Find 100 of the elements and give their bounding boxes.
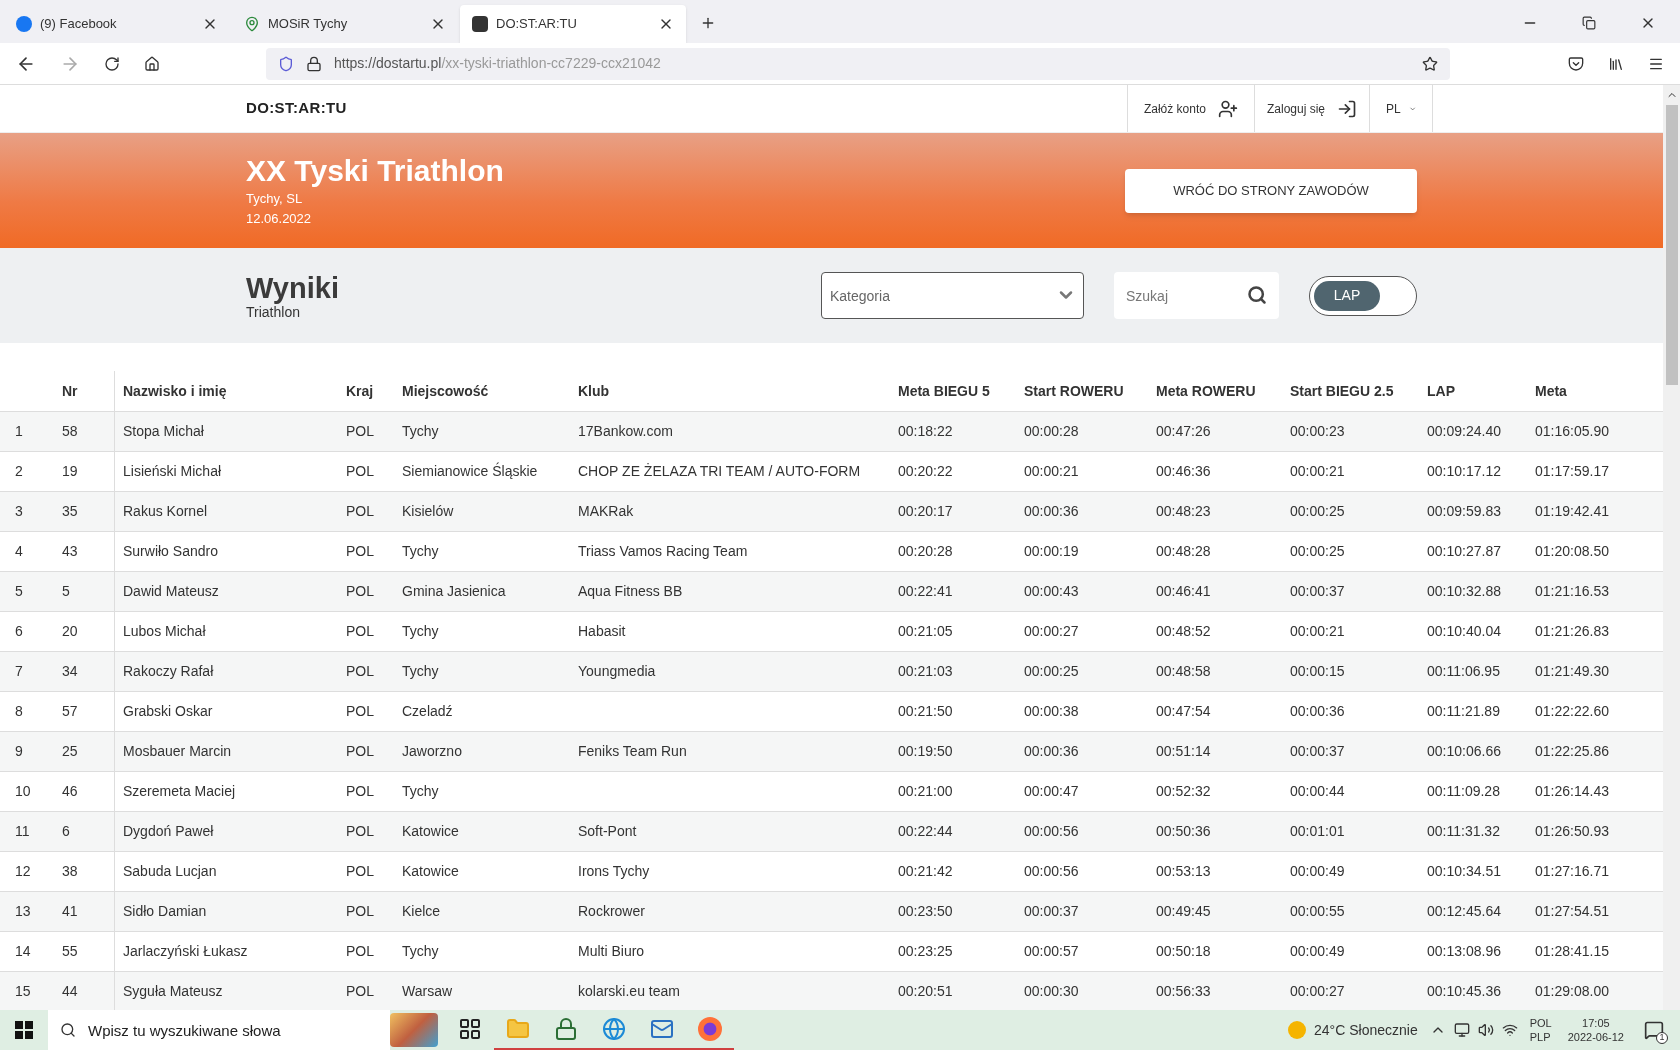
table-cell-text: 55	[62, 942, 78, 961]
star-icon[interactable]	[1422, 55, 1438, 72]
table-cell-text: 00:20:28	[898, 542, 953, 561]
search-field[interactable]: Szukaj	[1114, 272, 1279, 319]
table-cell-text: 25	[62, 742, 78, 761]
search-icon[interactable]	[1247, 285, 1267, 305]
shield-icon[interactable]	[278, 55, 294, 72]
column-header[interactable]: Meta	[1535, 380, 1567, 402]
table-cell-text: 00:00:37	[1290, 582, 1345, 601]
column-header[interactable]: LAP	[1427, 380, 1455, 402]
lap-toggle[interactable]: LAP	[1309, 275, 1417, 316]
scroll-thumb[interactable]	[1665, 105, 1678, 385]
table-cell-text: 00:46:41	[1156, 582, 1211, 601]
table-cell-text: 00:09:24.40	[1427, 422, 1501, 441]
restore-icon[interactable]	[1582, 16, 1596, 30]
pocket-icon[interactable]	[1568, 55, 1584, 72]
browser-icon[interactable]	[698, 1017, 722, 1041]
column-header[interactable]: Kraj	[346, 380, 374, 402]
column-header[interactable]: Start ROWERU	[1024, 380, 1124, 402]
table-cell-text: 00:00:28	[1024, 422, 1079, 441]
table-cell-text: Rakus Kornel	[123, 502, 208, 521]
table-cell-text: Habasit	[578, 622, 626, 641]
site-logo[interactable]: DO:ST:AR:TU	[246, 97, 347, 120]
table-cell-text: 00:00:25	[1290, 502, 1345, 521]
site-icon	[472, 16, 488, 32]
login-link[interactable]: Zaloguj się	[1253, 85, 1369, 132]
event-place: Tychy, SL	[246, 190, 304, 208]
scrollbar[interactable]	[1663, 85, 1680, 1010]
table-cell-text: 00:48:52	[1156, 622, 1211, 641]
category-select[interactable]: Kategoria	[821, 272, 1084, 319]
table-cell-text: 20	[62, 622, 78, 641]
network-icon[interactable]	[1453, 1022, 1470, 1038]
table-cell-text: 00:12:45.64	[1427, 902, 1501, 921]
library-icon[interactable]	[1608, 55, 1624, 72]
table-cell-text: 00:21:42	[898, 862, 953, 881]
column-header[interactable]: Miejscowość	[402, 380, 489, 402]
table-cell-text: 1	[15, 422, 23, 441]
lock-icon[interactable]	[306, 55, 322, 72]
address-bar[interactable]: https://dostartu.pl/xx-tyski-triathlon-cc7229-ccx21042	[266, 47, 1450, 80]
weather-text[interactable]: 24°C Słonecznie	[1314, 1019, 1418, 1041]
table-cell-text: 13	[15, 902, 31, 921]
column-header[interactable]: Meta ROWERU	[1156, 380, 1256, 402]
language-select[interactable]: PL	[1369, 85, 1433, 132]
table-cell-text: 00:00:38	[1024, 702, 1079, 721]
column-header[interactable]: Nr	[62, 380, 78, 402]
column-header[interactable]: Nazwisko i imię	[123, 380, 227, 402]
browser-tab[interactable]: DO:ST:AR:TU	[460, 5, 686, 43]
table-cell-text: 00:52:32	[1156, 782, 1211, 801]
table-cell-text: 00:00:44	[1290, 782, 1345, 801]
browser-tab[interactable]: (9) Facebook	[4, 5, 230, 43]
table-cell-text: 4	[15, 542, 23, 561]
table-cell-text: 00:20:51	[898, 982, 953, 1001]
table-cell-text: Dygdoń Paweł	[123, 822, 214, 841]
task-view-icon[interactable]	[458, 1017, 482, 1041]
table-cell-text: 00:50:36	[1156, 822, 1211, 841]
table-cell-text: 01:20:08.50	[1535, 542, 1609, 561]
table-cell-text: POL	[346, 982, 374, 1001]
table-cell-text: Lubos Michał	[123, 622, 206, 641]
event-title: XX Tyski Triathlon	[246, 153, 504, 189]
home-icon[interactable]	[144, 55, 160, 72]
speaker-icon[interactable]	[1477, 1022, 1494, 1038]
table-cell-text: 00:00:15	[1290, 662, 1345, 681]
table-cell-text: 5	[15, 582, 23, 601]
table-cell-text: 00:48:58	[1156, 662, 1211, 681]
login-icon	[1337, 98, 1357, 119]
table-cell-text: 00:00:30	[1024, 982, 1079, 1001]
register-link[interactable]: Załóż konto	[1126, 85, 1254, 132]
table-cell-text: 00:11:09.28	[1427, 782, 1500, 801]
table-cell-text: 00:00:25	[1290, 542, 1345, 561]
table-cell-text: Aqua Fitness BB	[578, 582, 683, 601]
mail-icon[interactable]	[650, 1017, 674, 1041]
wifi-icon[interactable]	[1501, 1022, 1518, 1038]
clock[interactable]: 17:05 2022-06-12	[1567, 1016, 1624, 1044]
table-cell-text: 01:21:26.83	[1535, 622, 1609, 641]
table-cell-text: 41	[62, 902, 78, 921]
table-cell-text: POL	[346, 462, 374, 481]
browser-tab[interactable]: MOSiR Tychy	[232, 5, 458, 43]
reload-icon[interactable]	[104, 55, 120, 72]
table-cell-text: Irons Tychy	[578, 862, 650, 881]
globe-icon[interactable]	[602, 1017, 626, 1041]
table-cell-text: 00:10:32.88	[1427, 582, 1501, 601]
column-header[interactable]: Start BIEGU 2.5	[1290, 380, 1394, 402]
table-cell-text: 00:10:34.51	[1427, 862, 1501, 881]
table-cell-text: 00:13:08.96	[1427, 942, 1501, 961]
table-cell-text: 01:22:25.86	[1535, 742, 1609, 761]
back-to-event-button[interactable]: WRÓĆ DO STRONY ZAWODÓW	[1125, 168, 1417, 213]
table-cell-text: 00:00:37	[1024, 902, 1079, 921]
windows-start-icon[interactable]	[15, 1021, 33, 1039]
table-cell-text: Katowice	[402, 822, 459, 841]
table-cell-text: 00:10:17.12	[1427, 462, 1501, 481]
taskbar-search-field[interactable]: Wpisz tu wyszukiwane słowa	[48, 1010, 390, 1050]
column-header[interactable]: Meta BIEGU 5	[898, 380, 990, 402]
toggle-knob: LAP	[1314, 280, 1380, 311]
lock-icon[interactable]	[554, 1017, 578, 1041]
column-header[interactable]: Klub	[578, 380, 610, 402]
new-tab-icon[interactable]	[700, 15, 716, 31]
language-indicator[interactable]: POL PLP	[1529, 1016, 1552, 1044]
table-cell-text: 01:19:42.41	[1535, 502, 1609, 521]
table-cell-text: 00:20:22	[898, 462, 953, 481]
table-cell-text: Tychy	[402, 542, 439, 561]
